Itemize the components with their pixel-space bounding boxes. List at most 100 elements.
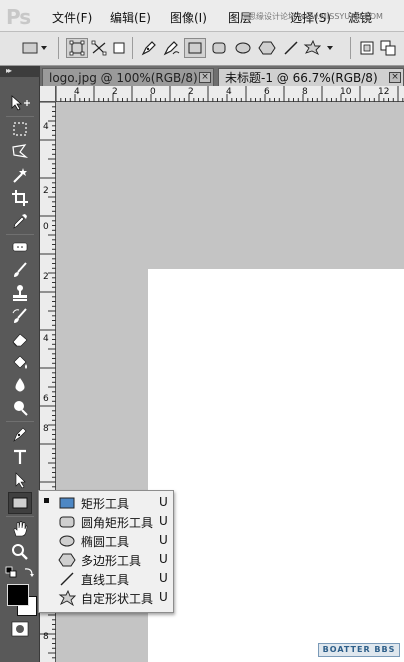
flyout-label: 直线工具 <box>81 573 130 587</box>
pen-icon <box>141 41 156 56</box>
flyout-item-ellipse[interactable]: 椭圆工具 U <box>39 531 173 550</box>
tool-divider <box>6 421 34 422</box>
rounded-rectangle-icon <box>57 513 77 530</box>
paint-bucket-tool[interactable] <box>8 351 32 373</box>
ruler-label: 6 <box>43 394 49 404</box>
collapse-icon[interactable]: ▸▸ <box>6 66 12 75</box>
flyout-item-line[interactable]: 直线工具 U <box>39 569 173 588</box>
zoom-tool[interactable] <box>8 541 32 563</box>
shortcut-key: U <box>159 495 168 509</box>
marquee-tool[interactable] <box>8 118 32 140</box>
freeform-pen-option[interactable] <box>160 38 182 58</box>
foreground-color-swatch[interactable] <box>7 584 29 606</box>
ruler-label: 12 <box>378 87 390 97</box>
flyout-item-custom-shape[interactable]: 自定形状工具 U <box>39 588 173 607</box>
quick-selection-tool[interactable] <box>8 164 32 186</box>
ruler-label: 0 <box>150 87 156 97</box>
pen-tool[interactable] <box>8 423 32 445</box>
shortcut-key: U <box>159 533 168 547</box>
flyout-label: 圆角矩形工具 <box>81 516 154 530</box>
crop-tool[interactable] <box>8 187 32 209</box>
flyout-label: 矩形工具 <box>81 497 130 511</box>
line-option[interactable] <box>280 38 302 58</box>
stamp-icon <box>13 285 27 301</box>
eraser-tool[interactable] <box>8 328 32 350</box>
paths-icon <box>91 40 107 56</box>
path-selection-tool[interactable] <box>8 469 32 491</box>
history-brush-tool[interactable] <box>8 305 32 327</box>
ruler-label: 2 <box>188 87 194 97</box>
tab-untitled[interactable]: 未标题-1 @ 66.7%(RGB/8) × <box>218 68 404 86</box>
custom-shape-icon <box>57 589 77 606</box>
ruler-label: 8 <box>43 424 49 434</box>
custom-shape-option[interactable] <box>302 38 336 58</box>
tab-logo[interactable]: logo.jpg @ 100%(RGB/8) × <box>42 68 214 86</box>
move-icon <box>11 95 30 111</box>
tools-panel-header[interactable]: ▸▸ <box>0 66 40 77</box>
shape-tools-flyout: 矩形工具 U 圆角矩形工具 U 椭圆工具 U 多边形工具 U 直线工具 U 自定… <box>38 490 174 613</box>
pen-tool-option[interactable] <box>138 38 160 58</box>
polygon-option[interactable] <box>256 38 278 58</box>
shape-layers-button[interactable] <box>66 38 88 58</box>
close-icon[interactable]: × <box>389 72 401 83</box>
options-separator <box>350 37 351 59</box>
blur-tool[interactable] <box>8 374 32 396</box>
move-tool[interactable] <box>8 92 32 114</box>
rectangle-tool[interactable] <box>8 492 32 514</box>
add-shape-icon <box>380 40 396 56</box>
document-tab-bar: logo.jpg @ 100%(RGB/8) × 未标题-1 @ 66.7%(R… <box>40 66 404 86</box>
ruler-label: 10 <box>340 87 352 97</box>
tool-divider <box>6 234 34 235</box>
ruler-label: 0 <box>43 222 49 232</box>
horizontal-ruler[interactable]: 4 2 0 2 4 6 8 10 12 <box>56 86 404 102</box>
flyout-item-rounded-rectangle[interactable]: 圆角矩形工具 U <box>39 512 173 531</box>
menu-edit[interactable]: 编辑(E) <box>110 9 151 26</box>
bandage-icon <box>12 242 28 252</box>
type-tool[interactable] <box>8 446 32 468</box>
fill-pixels-button[interactable] <box>108 38 130 58</box>
flyout-label: 自定形状工具 <box>81 592 154 606</box>
quick-mask-icon <box>11 621 29 637</box>
shortcut-key: U <box>159 571 168 585</box>
add-to-shape-area-button[interactable] <box>378 38 400 58</box>
selected-bullet-icon <box>44 498 49 503</box>
tools-panel: ▸▸ <box>0 66 40 662</box>
document-canvas[interactable] <box>148 269 404 662</box>
new-shape-layer-button[interactable] <box>356 38 378 58</box>
flyout-item-rectangle[interactable]: 矩形工具 U <box>39 493 173 512</box>
flyout-item-polygon[interactable]: 多边形工具 U <box>39 550 173 569</box>
tool-preset-picker[interactable] <box>20 38 50 58</box>
rounded-rectangle-option[interactable] <box>208 38 230 58</box>
close-icon[interactable]: × <box>199 72 211 83</box>
quick-mask-button[interactable] <box>8 618 32 640</box>
hand-tool[interactable] <box>8 518 32 540</box>
line-icon <box>57 570 77 587</box>
shape-layers-icon <box>69 40 85 56</box>
ruler-label: 6 <box>264 87 270 97</box>
default-colors-button[interactable] <box>4 566 18 578</box>
ruler-label: 2 <box>43 186 49 196</box>
ellipse-option[interactable] <box>232 38 254 58</box>
menu-image[interactable]: 图像(I) <box>170 9 207 26</box>
polygon-icon <box>57 551 77 568</box>
ruler-label: 8 <box>43 632 49 642</box>
rectangle-option[interactable] <box>184 38 206 58</box>
brush-icon <box>14 262 27 277</box>
eyedropper-tool[interactable] <box>8 210 32 232</box>
shortcut-key: U <box>159 590 168 604</box>
ruler-origin[interactable] <box>40 86 56 102</box>
site-watermark: 思缘设计论坛 www.MISSYUAN.COM <box>248 12 383 21</box>
healing-brush-tool[interactable] <box>8 236 32 258</box>
tab-label: logo.jpg @ 100%(RGB/8) <box>49 71 198 85</box>
ruler-label: 8 <box>302 87 308 97</box>
clone-stamp-tool[interactable] <box>8 282 32 304</box>
ruler-label: 4 <box>43 122 49 132</box>
paths-button[interactable] <box>88 38 110 58</box>
pen-icon <box>13 427 27 442</box>
brush-tool[interactable] <box>8 259 32 281</box>
lasso-tool[interactable] <box>8 141 32 163</box>
menu-file[interactable]: 文件(F) <box>52 9 92 26</box>
dodge-tool[interactable] <box>8 397 32 419</box>
ellipse-icon <box>57 532 77 549</box>
swap-colors-button[interactable] <box>22 566 36 578</box>
